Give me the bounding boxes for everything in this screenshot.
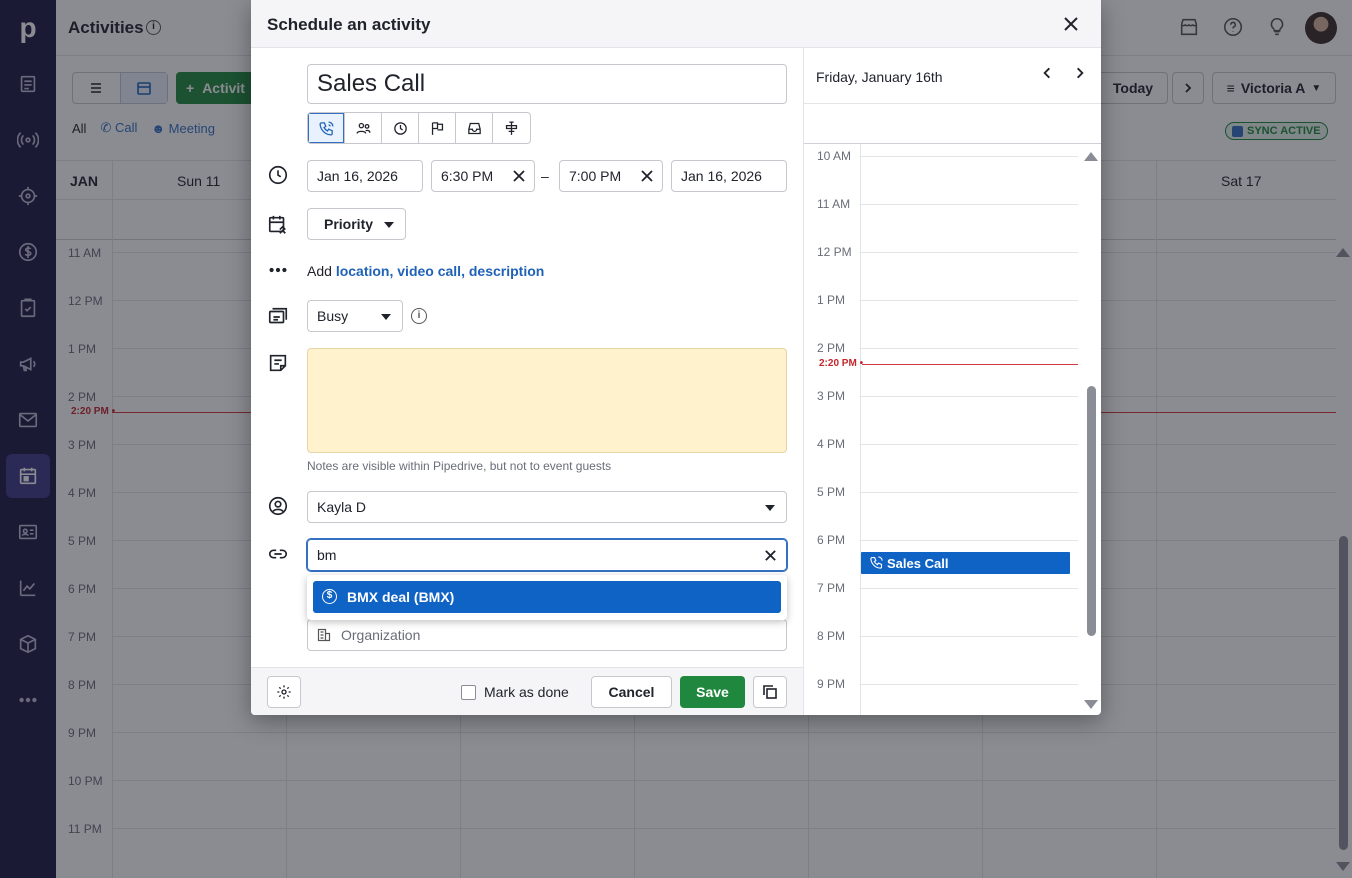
caret-down-icon (381, 314, 391, 320)
notes-icon (267, 352, 291, 376)
search-suggestions: $ BMX deal (BMX) (307, 575, 787, 620)
hour-label: 3 PM (817, 389, 846, 403)
link-icon (267, 543, 291, 567)
hour-label: 6 PM (817, 533, 846, 547)
add-location-link[interactable]: location, (336, 263, 394, 279)
caret-down-icon (765, 505, 775, 511)
prev-day-chevron-icon[interactable] (1040, 66, 1056, 84)
scroll-thumb (1087, 386, 1096, 636)
mark-as-done-checkbox[interactable] (461, 685, 476, 700)
deadline-clock-icon[interactable] (382, 113, 419, 143)
hour-gridline (860, 396, 1078, 397)
priority-dropdown[interactable]: Priority (307, 208, 406, 240)
hour-gridline (860, 636, 1078, 637)
day-preview-date: Friday, January 16th (816, 69, 943, 85)
gear-icon (277, 685, 291, 699)
time-range-dash: – (541, 168, 549, 184)
scroll-down-icon (1084, 700, 1098, 709)
close-icon[interactable] (1061, 14, 1081, 34)
day-preview: Friday, January 16th 10 AM 11 AM 12 PM 1 PM… (803, 48, 1101, 715)
busy-dropdown[interactable]: Busy (307, 300, 403, 332)
hour-gridline (860, 300, 1078, 301)
add-video-call-link[interactable]: video call, (397, 263, 465, 279)
hour-label: 5 PM (817, 485, 846, 499)
add-description-link[interactable]: description (469, 263, 544, 279)
organization-input[interactable]: Organization (307, 619, 787, 651)
hour-gridline (860, 444, 1078, 445)
start-time-field[interactable]: 6:30 PM (431, 160, 535, 192)
current-time-label: 2:20 PM • (819, 358, 864, 369)
hour-gridline (860, 684, 1078, 685)
next-day-chevron-icon[interactable] (1073, 66, 1089, 84)
hour-gridline (860, 348, 1078, 349)
hour-label: 4 PM (817, 437, 846, 451)
cancel-button[interactable]: Cancel (591, 676, 672, 708)
suggestion-item[interactable]: $ BMX deal (BMX) (313, 581, 781, 613)
schedule-activity-modal: Schedule an activity Jan 16, 2026 6:30 P… (251, 0, 1101, 715)
hour-gridline (860, 540, 1078, 541)
call-type-icon[interactable] (308, 113, 345, 143)
hour-label: 11 AM (817, 197, 851, 211)
assignee-select[interactable]: Kayla D (307, 491, 787, 523)
flag-icon[interactable] (419, 113, 456, 143)
settings-button[interactable] (267, 676, 301, 708)
day-preview-scrollbar[interactable] (1084, 144, 1098, 715)
hour-gridline (860, 252, 1078, 253)
add-details-line: Add location, video call, description (307, 263, 545, 279)
clock-icon (267, 164, 291, 188)
activity-type-selector[interactable] (307, 112, 531, 144)
hour-label: 8 PM (817, 629, 846, 643)
day-preview-all-day (804, 104, 1101, 144)
meeting-type-icon[interactable] (345, 113, 382, 143)
current-time-line (862, 364, 1078, 365)
deal-dollar-icon: $ (322, 589, 337, 604)
subject-input[interactable] (307, 64, 787, 104)
call-icon (870, 556, 883, 569)
save-button[interactable]: Save (680, 676, 745, 708)
clear-end-time-icon[interactable] (640, 169, 654, 183)
caret-down-icon (384, 222, 394, 228)
notes-hint: Notes are visible within Pipedrive, but … (307, 459, 612, 473)
user-circle-icon (267, 495, 291, 519)
clear-search-icon[interactable] (764, 549, 777, 562)
busy-info-icon[interactable]: i (411, 308, 427, 324)
mark-as-done-label[interactable]: Mark as done (484, 684, 569, 700)
calendar-event[interactable]: Sales Call (861, 552, 1070, 574)
end-time-field[interactable]: 7:00 PM (559, 160, 663, 192)
hour-label: 9 PM (817, 677, 846, 691)
day-preview-grid[interactable]: 10 AM 11 AM 12 PM 1 PM 2 PM 3 PM 4 PM 5 PM 6 PM 7… (804, 144, 1101, 715)
hour-gridline (860, 204, 1078, 205)
inbox-icon[interactable] (456, 113, 493, 143)
modal-title: Schedule an activity (267, 15, 431, 34)
more-dots-icon (267, 259, 291, 283)
free-busy-icon (267, 306, 291, 330)
copy-icon (763, 685, 777, 699)
hour-gridline (860, 492, 1078, 493)
hour-gridline (860, 588, 1078, 589)
end-date-field[interactable]: Jan 16, 2026 (671, 160, 787, 192)
scroll-up-icon (1084, 152, 1098, 161)
deal-lead-search-input[interactable]: bm (307, 539, 787, 571)
event-title: Sales Call (887, 555, 949, 571)
time-axis-divider (860, 144, 861, 715)
hour-label: 12 PM (817, 245, 852, 259)
hour-label: 10 AM (817, 149, 852, 163)
day-preview-header: Friday, January 16th (804, 48, 1101, 104)
activity-form: Jan 16, 2026 6:30 PM – 7:00 PM Jan 16, 2… (251, 48, 803, 667)
modal-footer: Mark as done Cancel Save (251, 667, 803, 715)
duplicate-button[interactable] (753, 676, 787, 708)
clear-start-time-icon[interactable] (512, 169, 526, 183)
hour-label: 1 PM (817, 293, 846, 307)
lunch-icon[interactable] (493, 113, 530, 143)
hour-label: 7 PM (817, 581, 846, 595)
modal-header: Schedule an activity (251, 0, 1101, 48)
building-icon (317, 628, 331, 642)
notes-textarea[interactable] (307, 348, 787, 453)
hour-label: 2 PM (817, 341, 846, 355)
priority-calendar-icon (267, 214, 291, 238)
hour-gridline (860, 156, 1078, 157)
start-date-field[interactable]: Jan 16, 2026 (307, 160, 423, 192)
